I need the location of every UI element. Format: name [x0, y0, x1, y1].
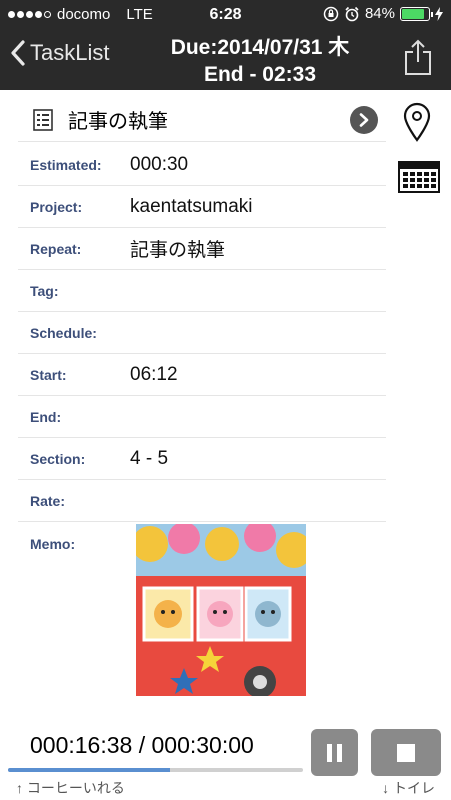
page-title: Due:2014/07/31 木 End - 02:33 [140, 34, 380, 88]
field-label: Tag: [30, 282, 59, 299]
task-name: 記事の執筆 [68, 111, 168, 133]
field-value: 000:30 [130, 153, 189, 175]
field-estimated[interactable]: Estimated: 000:30 [18, 144, 386, 186]
field-label: Start: [30, 366, 67, 383]
task-title-row[interactable]: 記事の執筆 [18, 98, 386, 142]
back-button-label: TaskList [30, 40, 110, 65]
field-label: Memo: [30, 536, 76, 552]
battery-fill [402, 8, 424, 19]
field-label: Project: [30, 198, 83, 215]
timer-panel: 000:16:38 / 000:30:00 ↑ コーヒーいれる ↓ トイレ [0, 712, 451, 800]
field-schedule[interactable]: Schedule: [18, 312, 386, 354]
field-label: End: [30, 408, 62, 425]
field-label: Schedule: [30, 324, 97, 341]
list-icon [33, 108, 53, 131]
chevron-right-icon [359, 112, 369, 127]
battery-percent: 84% [364, 5, 395, 22]
previous-task-link[interactable]: ↑ コーヒーいれる [16, 778, 125, 798]
field-label: Rate: [30, 492, 66, 509]
location-button[interactable] [402, 102, 432, 147]
charging-icon [435, 6, 443, 21]
header: docomo LTE 6:28 84% TaskList Due:2014/07… [0, 0, 451, 90]
task-detail: 記事の執筆 Estimated: 000:30 Project: kaentat… [0, 90, 451, 710]
field-label: Repeat: [30, 240, 82, 257]
alarm-icon [345, 6, 359, 21]
end-time-label: End - 02:33 [203, 63, 317, 86]
field-value: 記事の執筆 [130, 240, 226, 261]
status-bar: docomo LTE 6:28 84% [0, 0, 451, 30]
field-start[interactable]: Start: 06:12 [18, 354, 386, 396]
field-label: Estimated: [30, 156, 102, 173]
field-memo[interactable]: Memo: [18, 522, 386, 710]
pause-icon [327, 743, 332, 762]
timer-progress-fill [8, 768, 171, 772]
share-icon [405, 39, 431, 75]
detail-disclosure-button[interactable] [350, 105, 378, 134]
due-date-label: Due:2014/07/31 木 [170, 36, 350, 59]
field-section[interactable]: Section: 4 - 5 [18, 438, 386, 480]
field-tag[interactable]: Tag: [18, 270, 386, 312]
stop-icon [397, 743, 415, 762]
timer-readout: 000:16:38 / 000:30:00 [30, 732, 254, 758]
pause-button[interactable] [311, 729, 358, 776]
field-value: kaentatsumaki [130, 195, 253, 217]
memo-photo[interactable] [136, 524, 306, 696]
field-label: Section: [30, 450, 86, 467]
field-repeat[interactable]: Repeat: 記事の執筆 [18, 228, 386, 270]
share-button[interactable] [403, 38, 433, 76]
chevron-left-icon [11, 40, 25, 66]
field-value: 06:12 [130, 363, 178, 385]
calendar-icon [398, 161, 440, 193]
stop-button[interactable] [371, 729, 441, 776]
timer-progress-bar [8, 768, 303, 772]
next-task-link[interactable]: ↓ トイレ [382, 778, 435, 798]
memo-photo-image [136, 524, 306, 696]
back-button[interactable]: TaskList [10, 40, 109, 66]
rotation-lock-icon [323, 6, 339, 21]
status-right: 84% [323, 5, 443, 22]
battery-icon [400, 6, 433, 21]
field-end[interactable]: End: [18, 396, 386, 438]
field-project[interactable]: Project: kaentatsumaki [18, 186, 386, 228]
calendar-button[interactable] [397, 160, 441, 199]
field-rate[interactable]: Rate: [18, 480, 386, 522]
task-fields: Estimated: 000:30 Project: kaentatsumaki… [18, 144, 386, 710]
map-pin-icon [403, 102, 431, 142]
field-value: 4 - 5 [130, 447, 169, 469]
